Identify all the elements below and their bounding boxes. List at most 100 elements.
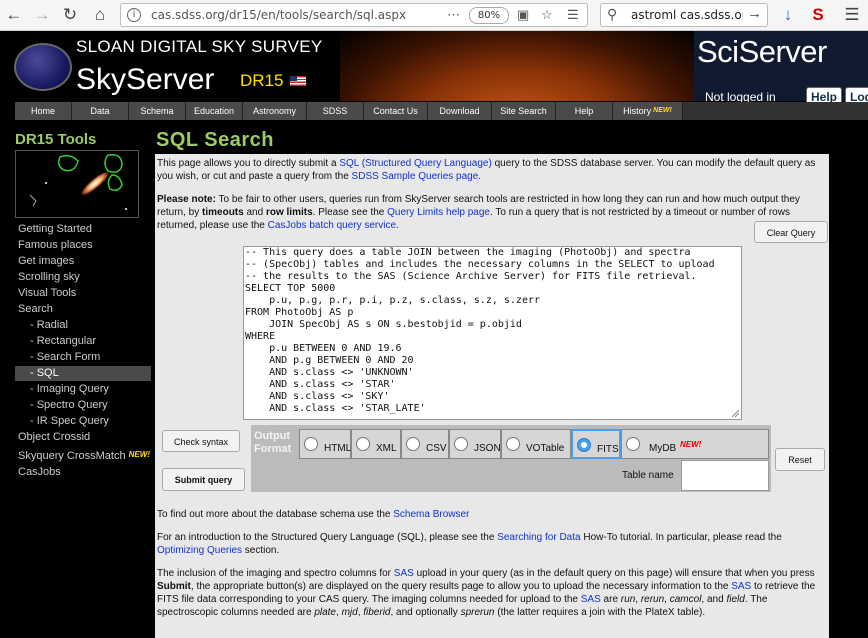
sample-queries-link[interactable]: SDSS Sample Queries page (352, 171, 479, 182)
submit-query-button[interactable]: Submit query (162, 468, 245, 491)
note-paragraph: Please note: To be fair to other users, … (157, 194, 800, 231)
download-icon[interactable]: ↓ (776, 3, 800, 27)
format-option-csv[interactable]: CSV (401, 429, 449, 459)
address-bar[interactable]: i cas.sdss.org/dr15/en/tools/search/sql.… (120, 3, 588, 27)
nav-data[interactable]: Data (72, 102, 129, 120)
sas-link[interactable]: SAS (581, 594, 601, 605)
sas-link[interactable]: SAS (394, 568, 414, 579)
new-badge: NEW! (653, 107, 672, 114)
nav-schema[interactable]: Schema (129, 102, 186, 120)
nav-download[interactable]: Download (428, 102, 492, 120)
casjobs-link[interactable]: CasJobs batch query service (268, 220, 396, 231)
sql-query-textarea[interactable]: -- This query does a table JOIN between … (243, 246, 742, 420)
sidebar-item-famous-places[interactable]: Famous places (18, 239, 93, 251)
format-option-xml[interactable]: XML (351, 429, 401, 459)
resize-handle-icon[interactable] (730, 408, 740, 418)
search-go-icon[interactable]: → (747, 5, 762, 22)
sidebar-title: DR15 Tools (15, 131, 97, 148)
sidebar-item-visual-tools[interactable]: Visual Tools (18, 287, 76, 299)
howto-paragraph: For an introduction to the Structured Qu… (157, 532, 782, 556)
nav-astronomy[interactable]: Astronomy (243, 102, 307, 120)
clear-query-button[interactable]: Clear Query (754, 221, 828, 243)
sidebar-item-object-crossid[interactable]: Object Crossid (18, 431, 90, 443)
forward-icon[interactable]: → (30, 3, 54, 27)
search-bar[interactable]: ⚲ astroml cas.sdss.org f → (600, 3, 768, 27)
format-option-votable[interactable]: VOTable (501, 429, 571, 459)
schema-browser-link[interactable]: Schema Browser (393, 509, 469, 520)
sidebar-item-skyquery-crossmatch[interactable]: Skyquery CrossMatch NEW! (18, 450, 150, 462)
format-option-json[interactable]: JSON (449, 429, 501, 459)
nav-home[interactable]: Home (15, 102, 72, 120)
sidebar-item-search[interactable]: Search (18, 303, 53, 315)
sidebar-item-scrolling-sky[interactable]: Scrolling sky (18, 271, 80, 283)
sidebar-item-imaging-query[interactable]: - Imaging Query (30, 383, 109, 395)
schema-paragraph: To find out more about the database sche… (157, 509, 470, 520)
tools-thumbnail[interactable] (15, 150, 139, 218)
release-label: DR15 (240, 71, 284, 90)
home-icon[interactable]: ⌂ (88, 3, 112, 27)
nav-history-label: History (623, 106, 652, 116)
check-syntax-button[interactable]: Check syntax (162, 430, 240, 452)
format-option-fits[interactable]: FITS (571, 429, 621, 459)
reader-view-icon[interactable]: ☰ (567, 7, 579, 23)
nav-site-search[interactable]: Site Search (492, 102, 556, 120)
sidebar-item-search-form[interactable]: - Search Form (30, 351, 100, 363)
query-limits-link[interactable]: Query Limits help page (387, 207, 490, 218)
zoom-level[interactable]: 80% (469, 7, 509, 24)
sas-paragraph: The inclusion of the imaging and spectro… (157, 568, 816, 618)
main-nav: Home Data Schema Education Astronomy SDS… (15, 102, 868, 120)
sidebar-item-rectangular[interactable]: - Rectangular (30, 335, 96, 347)
radio-html[interactable] (304, 437, 318, 451)
search-text: astroml cas.sdss.org f (631, 8, 743, 22)
searching-for-data-link[interactable]: Searching for Data (497, 532, 580, 543)
site-name[interactable]: SkyServer (76, 63, 214, 97)
pocket-icon[interactable]: ▣ (517, 7, 529, 23)
reload-icon[interactable]: ↻ (58, 3, 82, 27)
bookmark-star-icon[interactable]: ☆ (541, 7, 553, 23)
us-flag-icon[interactable] (290, 76, 306, 86)
reset-button[interactable]: Reset (775, 448, 825, 471)
sciserver-logo[interactable]: SciServer (697, 34, 827, 70)
format-option-html[interactable]: HTML (299, 429, 351, 459)
table-name-input[interactable] (681, 460, 769, 491)
sidebar-item-spectro-query[interactable]: - Spectro Query (30, 399, 108, 411)
page-actions-icon[interactable]: ⋯ (447, 7, 460, 23)
intro-paragraph: This page allows you to directly submit … (157, 158, 816, 182)
radio-fits-selected[interactable] (577, 438, 591, 452)
url-text: cas.sdss.org/dr15/en/tools/search/sql.as… (151, 8, 407, 22)
sas-link[interactable]: SAS (731, 581, 751, 592)
new-badge: NEW! (128, 450, 150, 459)
sidebar-item-ir-spec-query[interactable]: - IR Spec Query (30, 415, 109, 427)
nav-help[interactable]: Help (556, 102, 613, 120)
sidebar-item-get-images[interactable]: Get images (18, 255, 74, 267)
sidebar-item-sql[interactable]: - SQL (30, 367, 59, 379)
extension-icon[interactable]: S (806, 3, 830, 27)
radio-votable[interactable] (506, 437, 520, 451)
sql-link[interactable]: SQL (Structured Query Language) (339, 158, 492, 169)
site-title: SLOAN DIGITAL SKY SURVEY (76, 37, 323, 56)
info-icon[interactable]: i (127, 8, 141, 22)
nav-sdss[interactable]: SDSS (307, 102, 364, 120)
radio-json[interactable] (454, 437, 468, 451)
menu-icon[interactable]: ☰ (840, 3, 864, 27)
sidebar-item-getting-started[interactable]: Getting Started (18, 223, 92, 235)
sidebar-item-radial[interactable]: - Radial (30, 319, 68, 331)
back-icon[interactable]: ← (2, 3, 26, 27)
sdss-logo[interactable] (14, 43, 72, 91)
sidebar-item-casjobs[interactable]: CasJobs (18, 466, 61, 478)
search-icon: ⚲ (607, 6, 618, 22)
radio-mydb[interactable] (626, 437, 640, 451)
radio-csv[interactable] (406, 437, 420, 451)
optimizing-queries-link[interactable]: Optimizing Queries (157, 545, 242, 556)
nav-education[interactable]: Education (186, 102, 243, 120)
sql-query-text: -- This query does a table JOIN between … (245, 247, 715, 414)
tools-thumbnail-art (29, 153, 127, 210)
radio-xml[interactable] (356, 437, 370, 451)
new-badge: NEW! (680, 440, 702, 449)
skyquery-label: Skyquery CrossMatch (18, 450, 126, 462)
nav-history[interactable]: History NEW! (613, 102, 683, 120)
nav-contact-us[interactable]: Contact Us (364, 102, 428, 120)
browser-toolbar: ← → ↻ ⌂ i cas.sdss.org/dr15/en/tools/sea… (0, 0, 868, 31)
format-option-mydb[interactable]: MyDB NEW! (621, 429, 769, 459)
table-name-label: Table name (622, 470, 674, 481)
